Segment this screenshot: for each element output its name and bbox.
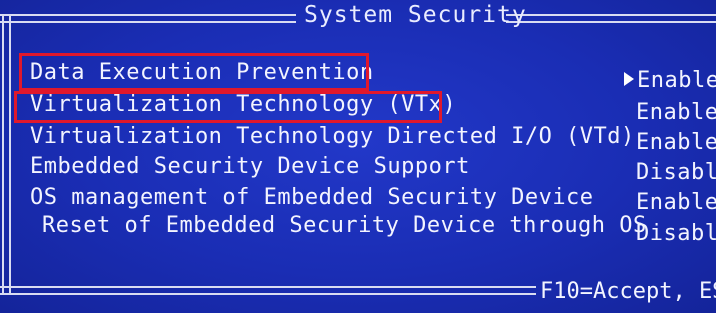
setting-value-virtualization-technology-vtx[interactable]: Enable	[636, 100, 716, 125]
setting-value-reset-embedded-security-device[interactable]: Disable	[636, 221, 716, 246]
setting-value-embedded-security-device-support[interactable]: Disable	[636, 160, 716, 185]
highlight-box-data-execution-prevention	[19, 53, 369, 91]
setting-value-virtualization-technology-vtd[interactable]: Enable	[636, 130, 716, 155]
setting-value-os-management-embedded-security-device[interactable]: Enable	[636, 190, 716, 215]
frame-left-line	[2, 14, 11, 295]
highlight-box-virtualization-technology-vtx	[14, 91, 442, 123]
frame-top-right-line	[506, 14, 716, 23]
setting-label-embedded-security-device-support[interactable]: Embedded Security Device Support	[30, 154, 470, 179]
frame-top-left-line	[0, 14, 296, 23]
setting-label-os-management-embedded-security-device[interactable]: OS management of Embedded Security Devic…	[30, 185, 594, 210]
selection-arrow-icon	[624, 72, 634, 86]
page-title: System Security	[304, 2, 527, 28]
footer-key-hint: F10=Accept, ES	[540, 279, 716, 304]
setting-value-text: Enable	[637, 68, 716, 93]
frame-bottom-line	[0, 286, 536, 295]
setting-label-reset-embedded-security-device[interactable]: Reset of Embedded Security Device throug…	[42, 213, 647, 238]
bios-screen: System Security Data Execution Preventio…	[0, 0, 716, 313]
setting-value-data-execution-prevention[interactable]: Enable	[624, 68, 716, 93]
setting-label-virtualization-technology-vtd[interactable]: Virtualization Technology Directed I/O (…	[30, 124, 635, 149]
